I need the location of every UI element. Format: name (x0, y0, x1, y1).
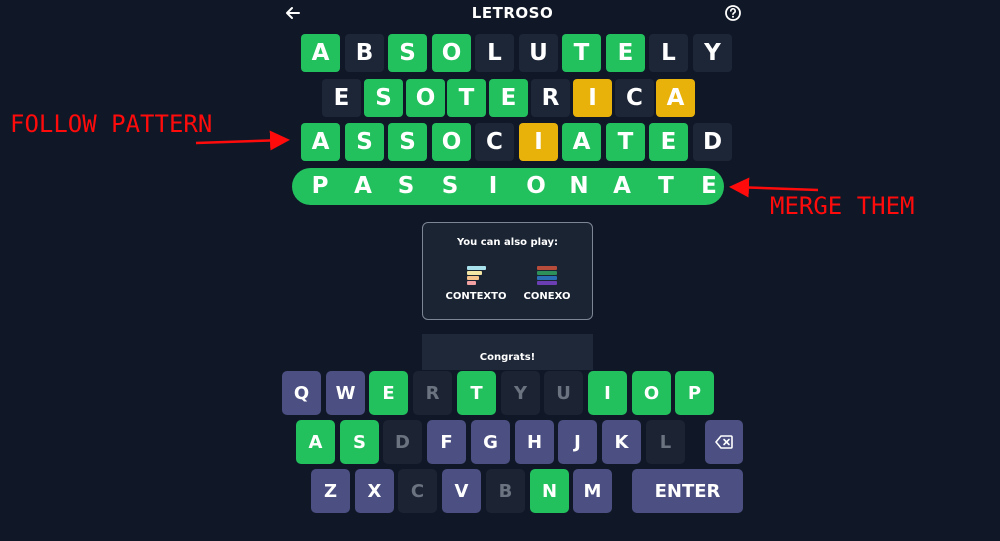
key-s[interactable]: S (340, 420, 379, 464)
board-tile: A (301, 123, 340, 161)
board-tile: C (475, 123, 514, 161)
board-tile: A (562, 123, 601, 161)
annotation-merge-them: MERGE THEM (770, 192, 915, 220)
board-tile: Y (693, 34, 732, 72)
key-l[interactable]: L (646, 420, 685, 464)
board-tile: S (388, 123, 427, 161)
key-a[interactable]: A (296, 420, 335, 464)
contexto-icon (467, 266, 486, 285)
conexo-link[interactable]: CONEXO (512, 265, 582, 302)
also-play-card: You can also play: CONTEXTO CONEXO (422, 222, 593, 320)
board-tile: O (432, 34, 471, 72)
board-tile: S (364, 79, 403, 117)
board-tile: U (519, 34, 558, 72)
key-f[interactable]: F (427, 420, 466, 464)
backspace-icon (715, 435, 733, 449)
help-icon[interactable] (724, 4, 742, 22)
board-tile: D (693, 123, 732, 161)
board-tile: S (345, 123, 384, 161)
board-tile: E (489, 79, 528, 117)
key-b[interactable]: B (486, 469, 525, 513)
key-i[interactable]: I (588, 371, 627, 415)
board-tile: S (388, 34, 427, 72)
contexto-link[interactable]: CONTEXTO (441, 265, 511, 302)
also-play-title: You can also play: (456, 237, 559, 248)
solution-letter: T (658, 173, 674, 199)
arrow-to-associated (195, 130, 290, 151)
key-o[interactable]: O (632, 371, 671, 415)
board-tile: O (406, 79, 445, 117)
key-t[interactable]: T (457, 371, 496, 415)
key-p[interactable]: P (675, 371, 714, 415)
solution-letter: A (613, 173, 631, 199)
solution-letter: N (569, 173, 589, 199)
key-e[interactable]: E (369, 371, 408, 415)
solution-letter: P (311, 173, 329, 199)
key-j[interactable]: J (558, 420, 597, 464)
key-k[interactable]: K (602, 420, 641, 464)
key-g[interactable]: G (471, 420, 510, 464)
board-tile: A (301, 34, 340, 72)
board-tile: T (562, 34, 601, 72)
top-bar: LETROSO (0, 0, 1000, 28)
board-tile: O (432, 123, 471, 161)
board-tile: I (573, 79, 612, 117)
key-y[interactable]: Y (501, 371, 540, 415)
board-tile: E (649, 123, 688, 161)
enter-key[interactable]: ENTER (632, 469, 743, 513)
key-c[interactable]: C (398, 469, 437, 513)
board-tile: E (322, 79, 361, 117)
back-arrow-icon[interactable] (284, 4, 302, 22)
board-tile: E (606, 34, 645, 72)
solution-letter: A (354, 173, 372, 199)
board-tile: T (606, 123, 645, 161)
board-tile: I (519, 123, 558, 161)
key-u[interactable]: U (544, 371, 583, 415)
page-title: LETROSO (471, 4, 554, 22)
congrats-text: Congrats! (479, 352, 536, 363)
enter-key-label: ENTER (654, 480, 721, 502)
board-tile: B (345, 34, 384, 72)
key-v[interactable]: V (442, 469, 481, 513)
board-tile: C (615, 79, 654, 117)
key-w[interactable]: W (326, 371, 365, 415)
board-tile: A (656, 79, 695, 117)
key-x[interactable]: X (355, 469, 394, 513)
board-tile: T (447, 79, 486, 117)
solution-letter: S (441, 173, 459, 199)
solution-letter: I (488, 173, 498, 199)
annotation-follow-pattern: FOLLOW PATTERN (10, 110, 213, 138)
key-n[interactable]: N (530, 469, 569, 513)
solution-letter: S (397, 173, 415, 199)
solution-row: PASSIONATE (292, 168, 724, 205)
board-tile: R (531, 79, 570, 117)
key-z[interactable]: Z (311, 469, 350, 513)
congrats-banner: Congrats! (422, 334, 593, 370)
board-tile: L (649, 34, 688, 72)
solution-letter: E (701, 173, 717, 199)
key-q[interactable]: Q (282, 371, 321, 415)
conexo-label: CONEXO (523, 291, 571, 302)
arrow-to-solution (729, 177, 819, 198)
solution-letter: O (526, 173, 546, 199)
key-h[interactable]: H (515, 420, 554, 464)
key-m[interactable]: M (573, 469, 612, 513)
backspace-key[interactable] (705, 420, 743, 464)
contexto-label: CONTEXTO (445, 291, 507, 302)
key-r[interactable]: R (413, 371, 452, 415)
key-d[interactable]: D (383, 420, 422, 464)
conexo-icon (537, 266, 557, 285)
board-tile: L (475, 34, 514, 72)
